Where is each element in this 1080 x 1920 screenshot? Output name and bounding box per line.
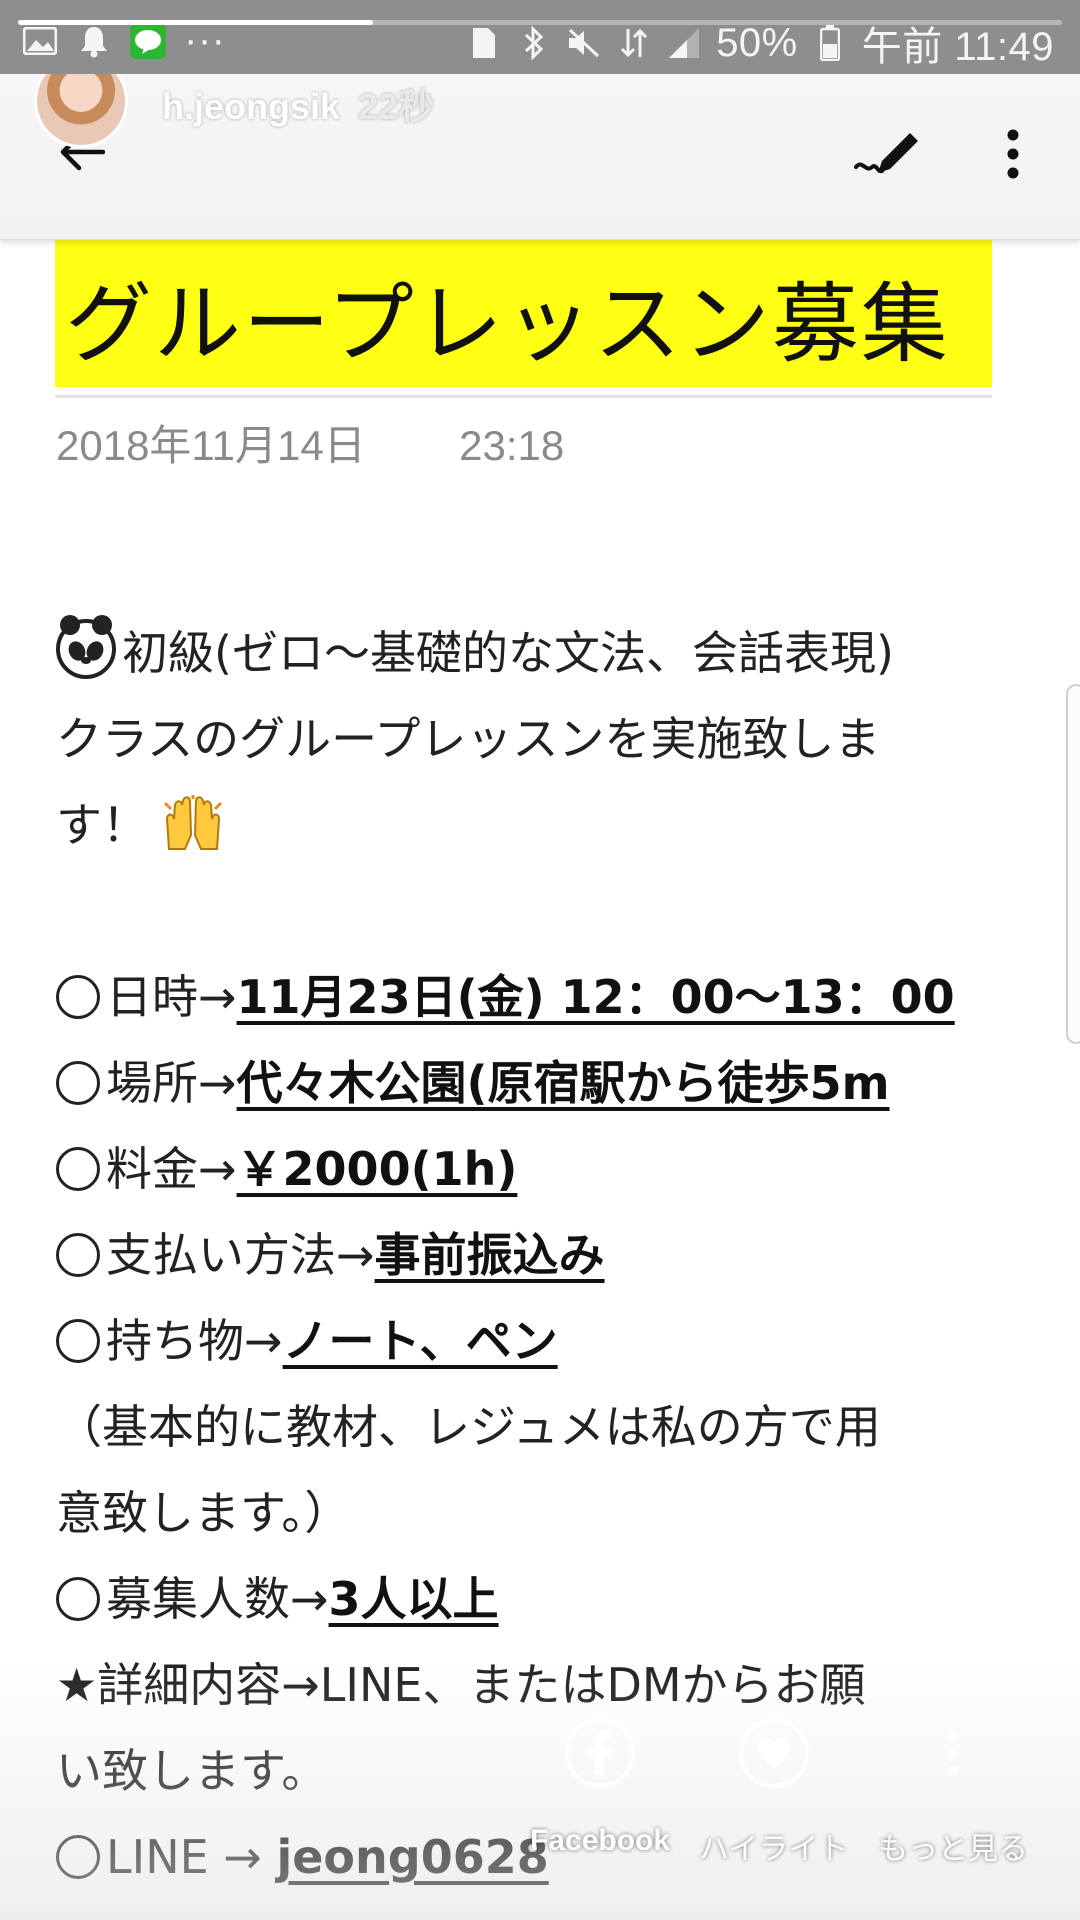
- circle-bullet-icon: [56, 975, 100, 1019]
- post-body: 初級(ゼロ～基礎的な文法、会話表現) クラスのグループレッスンを実施致しま す！…: [56, 610, 1016, 1900]
- detail-fee: 料金→￥2000(1h): [56, 1126, 1016, 1212]
- story-author: h.jeongsik 22秒: [162, 78, 434, 130]
- sim-icon: [466, 26, 502, 60]
- more-vert-icon: [1007, 129, 1019, 179]
- post-time: 23:18: [459, 422, 565, 469]
- contact-line: ★詳細内容→LINE、またはDMからお願: [56, 1658, 866, 1712]
- more-options-button[interactable]: [988, 124, 1038, 184]
- post-title: グループレッスン募集: [65, 273, 950, 375]
- highlight-button[interactable]: ハイライト: [699, 1718, 848, 1868]
- detail-place: 場所→代々木公園(原宿駅から徒歩5m: [56, 1040, 1016, 1126]
- note-line: 意致します。）: [56, 1486, 351, 1540]
- facebook-share-button[interactable]: Facebook: [530, 1718, 670, 1858]
- facebook-icon: [565, 1718, 636, 1788]
- circle-bullet-icon: [56, 1319, 100, 1363]
- more-vert-icon: [918, 1718, 988, 1788]
- mute-icon: [566, 26, 602, 60]
- highlight-label: ハイライト: [699, 1833, 849, 1866]
- story-progress-bar: [18, 20, 1062, 25]
- post-datetime: 2018年11月14日 23:18: [56, 412, 564, 473]
- username[interactable]: h.jeongsik: [162, 86, 340, 128]
- intro-line: クラスのグループレッスンを実施致しま: [56, 712, 881, 766]
- data-icon: [616, 26, 652, 60]
- signal-icon: [666, 26, 702, 60]
- circle-bullet-icon: [56, 1577, 100, 1621]
- bluetooth-icon: [516, 25, 552, 61]
- pen-icon: [854, 133, 918, 174]
- circle-bullet-icon: [56, 1147, 100, 1191]
- raised-hands-icon: [163, 792, 223, 850]
- panda-icon: [56, 615, 116, 679]
- story-progress-fill: [18, 20, 373, 25]
- edit-button[interactable]: [850, 118, 926, 188]
- status-bar: ··· 50% 午前 11:49: [0, 0, 1080, 74]
- see-more-label: もっと見る: [878, 1833, 1028, 1866]
- battery-percent: 50%: [716, 20, 798, 65]
- intro-line: 初級(ゼロ～基礎的な文法、会話表現): [56, 610, 1016, 696]
- detail-capacity: 募集人数→3人以上: [56, 1556, 1016, 1642]
- see-more-button[interactable]: もっと見る: [878, 1718, 1028, 1868]
- intro-line: す！: [56, 782, 1016, 868]
- circle-bullet-icon: [56, 1233, 100, 1277]
- post-content: グループレッスン募集 2018年11月14日 23:18 初級(ゼロ～基礎的な文…: [0, 240, 1080, 1920]
- line-app-icon: [130, 22, 166, 59]
- bell-icon: [76, 24, 112, 58]
- post-date: 2018年11月14日: [56, 422, 366, 469]
- battery-icon: [812, 25, 848, 61]
- time-ago: 22秒: [358, 86, 435, 127]
- detail-items: 持ち物→ノート、ペン: [56, 1298, 1016, 1384]
- circle-bullet-icon: [56, 1835, 100, 1879]
- title-banner: グループレッスン募集: [55, 240, 992, 387]
- gallery-icon: [22, 24, 58, 58]
- circle-bullet-icon: [56, 1061, 100, 1105]
- detail-payment: 支払い方法→事前振込み: [56, 1212, 1016, 1298]
- note-line: （基本的に教材、レジュメは私の方で用: [56, 1400, 881, 1454]
- scroll-handle[interactable]: [1066, 684, 1080, 1044]
- title-divider: [55, 395, 992, 398]
- heart-icon: [738, 1718, 809, 1788]
- facebook-label: Facebook: [530, 1824, 671, 1857]
- story-header: h.jeongsik 22秒: [0, 54, 1080, 240]
- detail-date: 日時→11月23日(金) 12：00～13：00: [56, 954, 1016, 1040]
